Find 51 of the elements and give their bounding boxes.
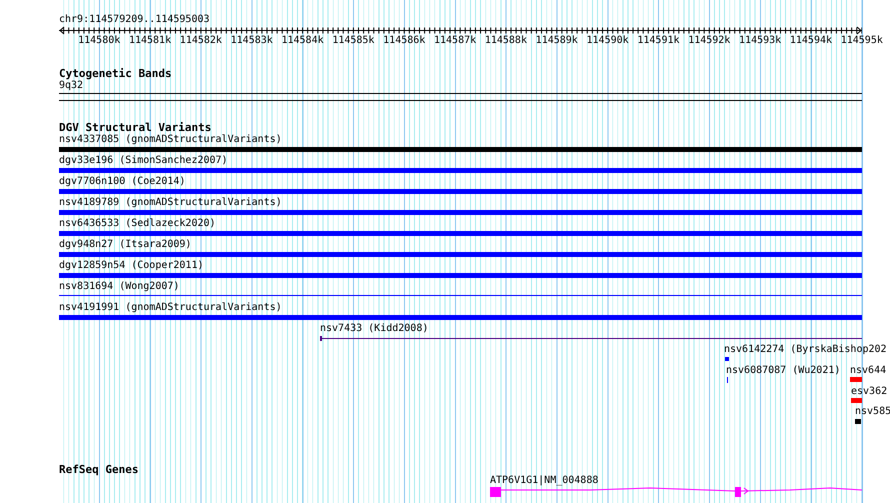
variant-bar[interactable] xyxy=(851,398,862,403)
tick-label: 114593k xyxy=(739,35,782,47)
tick-label: 114588k xyxy=(484,35,527,47)
variant-label[interactable]: nsv644 xyxy=(850,365,886,377)
variant-label[interactable]: nsv4337085 (gnomADStructuralVariants) xyxy=(59,134,282,146)
variant-label[interactable]: nsv4189789 (gnomADStructuralVariants) xyxy=(59,197,282,209)
tick-label: 114591k xyxy=(637,35,680,47)
variant-start-tick xyxy=(320,336,322,341)
tick-label: 114594k xyxy=(790,35,832,47)
tick-label: 114584k xyxy=(281,35,324,47)
variant-bar[interactable] xyxy=(850,377,862,382)
variant-label[interactable]: dgv12859n54 (Cooper2011) xyxy=(59,260,204,272)
tick-label: 114582k xyxy=(180,35,222,47)
track-title: Cytogenetic Bands xyxy=(59,67,172,80)
variant-bar[interactable] xyxy=(59,315,862,320)
variant-bar[interactable] xyxy=(725,357,729,361)
variant-label[interactable]: nsv4191991 (gnomADStructuralVariants) xyxy=(59,302,282,314)
variant-label[interactable]: nsv585 xyxy=(855,406,890,418)
gene-label[interactable]: ATP6V1G1|NM_004888 xyxy=(490,475,598,487)
tick-label: 114587k xyxy=(434,35,476,47)
variant-label[interactable]: esv362 xyxy=(851,386,888,398)
tick-label: 114586k xyxy=(383,35,426,47)
tick-label: 114585k xyxy=(332,35,374,47)
variant-bar[interactable] xyxy=(59,210,862,215)
tick-label: 114590k xyxy=(586,35,629,47)
variant-bar[interactable] xyxy=(59,252,862,257)
location-label: chr9:114579209..114595003 xyxy=(59,14,210,26)
variant-bar[interactable] xyxy=(59,189,862,194)
tick-label: 114592k xyxy=(688,35,730,47)
tick-label: 114581k xyxy=(128,35,172,47)
variant-label[interactable]: dgv33e196 (SimonSanchez2007) xyxy=(59,155,228,167)
track-title: RefSeq Genes xyxy=(59,463,138,476)
variant-bar[interactable] xyxy=(59,273,862,278)
track-title: DGV Structural Variants xyxy=(59,121,212,134)
variant-label[interactable]: dgv948n27 (Itsara2009) xyxy=(59,239,192,251)
variant-label[interactable]: nsv6142274 (ByrskaBishop202 xyxy=(724,344,887,356)
gene-model-drawing[interactable] xyxy=(490,487,862,498)
tick-label: 114595k xyxy=(840,35,883,47)
tick-label: 114583k xyxy=(230,35,273,47)
variant-bar[interactable] xyxy=(59,168,862,173)
variant-bar[interactable] xyxy=(855,419,861,424)
variant-bar[interactable] xyxy=(59,231,862,236)
variant-label[interactable]: nsv6087087 (Wu2021) xyxy=(726,365,840,377)
variant-label[interactable]: nsv7433 (Kidd2008) xyxy=(320,323,428,335)
tick-label: 114589k xyxy=(536,35,578,47)
variant-label[interactable]: nsv831694 (Wong2007) xyxy=(59,281,180,293)
variant-bar[interactable] xyxy=(59,147,862,152)
tick-label: 114580k xyxy=(78,35,120,47)
band-label: 9q32 xyxy=(59,80,84,92)
variant-label[interactable]: nsv6436533 (Sedlazeck2020) xyxy=(59,218,216,230)
variant-label[interactable]: dgv7706n100 (Coe2014) xyxy=(59,176,186,188)
